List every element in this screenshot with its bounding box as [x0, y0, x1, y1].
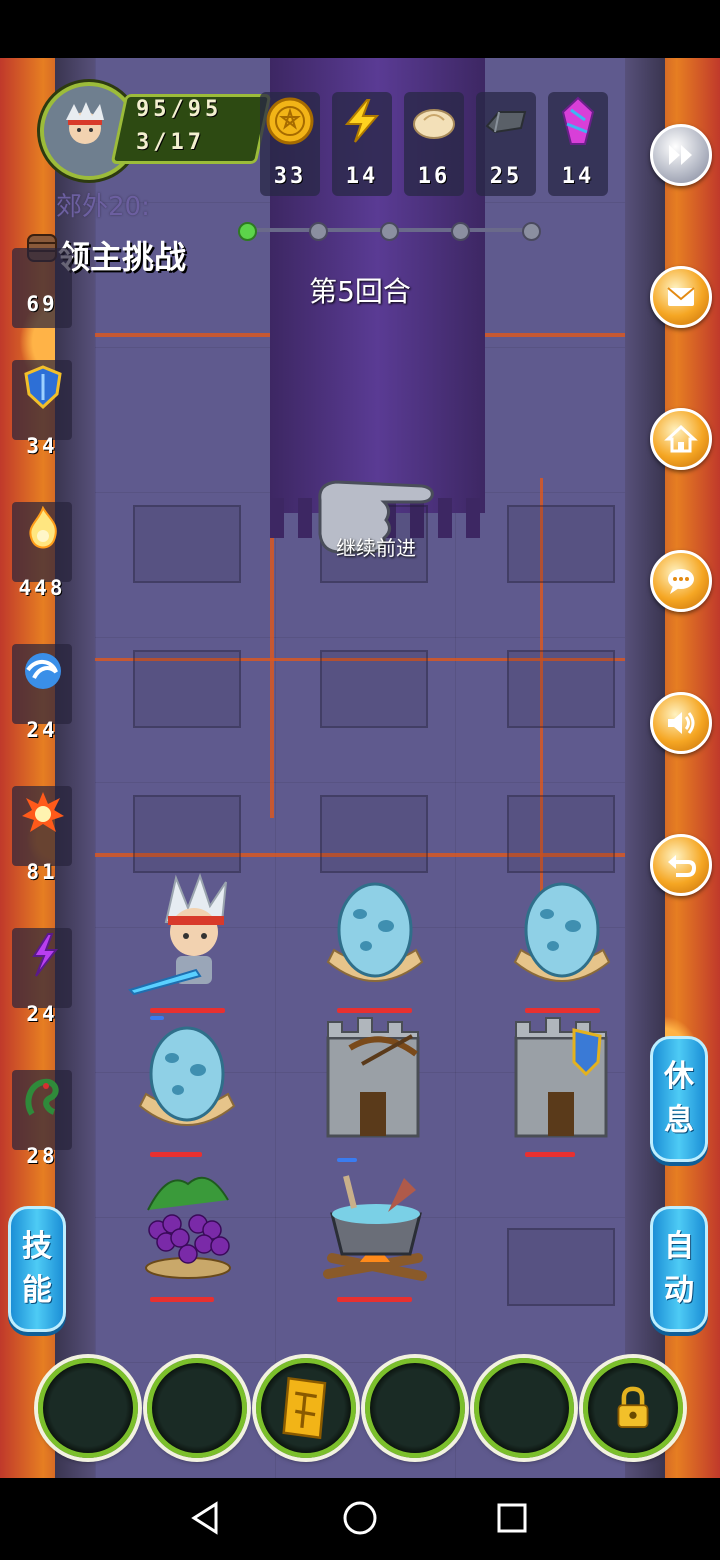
back-triangle-icon	[191, 1501, 218, 1535]
undo-button[interactable]	[650, 834, 712, 896]
hero-face-icon	[66, 102, 104, 144]
resource-value: 14	[345, 164, 379, 189]
skill-button[interactable]: 技能	[8, 1206, 66, 1332]
board-cell[interactable]	[133, 505, 241, 583]
locked-slot[interactable]	[583, 1358, 683, 1458]
item-slot[interactable]	[365, 1358, 465, 1458]
undo-arrow-icon	[668, 855, 697, 877]
board-cell[interactable]	[320, 650, 428, 728]
stat-defense-value: 34	[26, 434, 58, 458]
grape-hp-bar	[150, 1297, 214, 1302]
board-cell[interactable]	[507, 1228, 615, 1306]
purple-lightning-icon	[32, 933, 59, 977]
shield-defense-icon	[24, 365, 62, 410]
fast-forward-button[interactable]	[650, 124, 712, 186]
resource-value: 14	[561, 164, 595, 189]
round-dot	[238, 222, 257, 241]
mail-icon	[667, 287, 695, 306]
stat-energy-value: 448	[18, 576, 66, 600]
stage-progress: 3/17	[136, 130, 205, 155]
tower-hp-bar	[525, 1152, 575, 1157]
egg-unit[interactable]	[320, 880, 430, 995]
round-dot	[380, 222, 399, 241]
home-circle-icon	[343, 1501, 377, 1535]
round-dot	[309, 222, 328, 241]
board-cell[interactable]	[507, 505, 615, 583]
auto-label: 自动	[664, 1229, 694, 1308]
back-button[interactable]	[186, 1498, 226, 1542]
egg-hp-bar	[150, 1152, 202, 1157]
resource-value: 16	[417, 164, 451, 189]
stat-water-value: 24	[26, 718, 58, 742]
crossbow-tower-unit[interactable]	[312, 1008, 437, 1143]
board-cell[interactable]	[133, 650, 241, 728]
stat-attack-value: 69	[26, 292, 58, 316]
boss-challenge-label: 领主挑战	[58, 238, 187, 276]
navigation-bar	[0, 1478, 720, 1560]
resource-value: 25	[489, 164, 523, 189]
recents-square-icon	[497, 1503, 527, 1533]
cooking-pot-unit[interactable]	[318, 1162, 433, 1287]
egg-unit[interactable]	[507, 880, 617, 995]
fast-forward-icon	[669, 145, 692, 165]
round-label: 第5回合	[309, 275, 411, 308]
lightning-icon	[344, 99, 380, 143]
status-bar	[0, 0, 720, 58]
hero-shield-bar	[150, 1016, 164, 1020]
sound-button[interactable]	[650, 692, 712, 754]
stat-slot	[12, 248, 72, 328]
chat-button[interactable]	[650, 550, 712, 612]
stat-poison-value: 28	[26, 1144, 58, 1168]
green-serpent-icon	[25, 1078, 59, 1116]
rest-label: 休息	[664, 1059, 694, 1138]
rest-button[interactable]: 休息	[650, 1036, 708, 1162]
item-slot[interactable]	[147, 1358, 247, 1458]
stat-fire-value: 81	[26, 860, 58, 884]
lock-icon	[617, 1386, 649, 1428]
water-swirl-icon	[25, 653, 61, 689]
shield-tower-unit[interactable]	[500, 1008, 625, 1143]
speaker-icon	[668, 712, 695, 734]
grape-bush-unit[interactable]	[128, 1160, 248, 1285]
chat-icon	[668, 569, 694, 594]
home-button[interactable]	[650, 408, 712, 470]
bun-food-icon	[413, 109, 455, 139]
home-icon	[664, 424, 698, 453]
board-cell[interactable]	[320, 795, 428, 873]
continue-hint[interactable]: 继续前进	[318, 532, 434, 561]
resource-value: 33	[273, 164, 307, 189]
hero-hp: 95/95	[136, 97, 223, 122]
round-dot	[522, 222, 541, 241]
gold-bar-icon	[282, 1376, 327, 1440]
board-cell[interactable]	[133, 795, 241, 873]
pot-hp-bar	[337, 1297, 412, 1302]
purple-crystal-icon	[561, 96, 595, 145]
item-slot[interactable]	[474, 1358, 574, 1458]
fire-burst-icon	[22, 792, 64, 832]
hero-unit[interactable]	[126, 872, 256, 1002]
mail-button[interactable]	[650, 266, 712, 328]
zone-label: 郊外20:	[56, 192, 150, 222]
stat-thunder-value: 24	[26, 1002, 58, 1026]
gold-coin-icon	[266, 97, 314, 145]
round-dot	[451, 222, 470, 241]
flame-spirit-icon	[29, 506, 57, 549]
board-cell[interactable]	[507, 795, 615, 873]
skill-label: 技能	[22, 1229, 52, 1308]
egg-unit[interactable]	[132, 1024, 242, 1139]
iron-ingot-icon	[485, 111, 527, 134]
board-cell[interactable]	[507, 650, 615, 728]
auto-button[interactable]: 自动	[650, 1206, 708, 1332]
item-slot[interactable]	[256, 1358, 356, 1458]
home-nav-button[interactable]	[340, 1498, 380, 1542]
item-slot[interactable]	[38, 1358, 138, 1458]
recents-button[interactable]	[492, 1498, 532, 1542]
hero-hp-bar	[150, 1008, 225, 1013]
